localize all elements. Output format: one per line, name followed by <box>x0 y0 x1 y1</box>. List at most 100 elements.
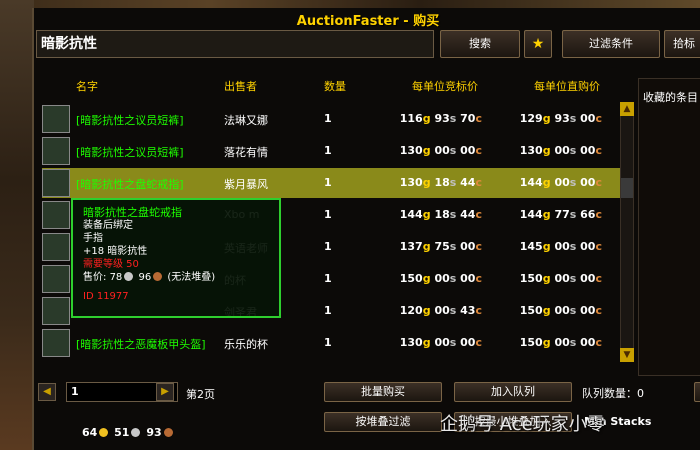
column-header-buyout[interactable]: 每单位直购价 <box>534 78 600 94</box>
table-row[interactable]: [暗影抗性之恶魔板甲头盔] 乐乐的杯 1 130g 00s 00c 150g 00s … <box>42 328 620 358</box>
price-g-value: 144 <box>519 176 543 189</box>
batch-buy-button[interactable]: 批量购买 <box>324 382 442 402</box>
scroll-up-button[interactable]: ▲ <box>620 102 634 116</box>
price-g-value: 116 <box>399 112 423 125</box>
quantity: 1 <box>324 208 332 221</box>
tooltip-bind: 装备后绑定 <box>83 220 133 231</box>
price-s-unit: s <box>449 304 457 317</box>
column-header-seller[interactable]: 出售者 <box>224 78 257 94</box>
tooltip-sell-price: 售价: 78 96 (无法堆叠) <box>83 271 269 284</box>
column-header-bid[interactable]: 每单位竞标价 <box>412 78 478 94</box>
price-g-unit: g <box>422 144 431 157</box>
quantity: 1 <box>324 176 332 189</box>
favorites-label: 收藏的条目 <box>643 91 698 104</box>
seller-name: 紫月暴风 <box>224 178 268 191</box>
stack-filter-button[interactable]: 按堆叠过滤 <box>324 412 442 432</box>
seller-name: 法琳又娜 <box>224 114 268 127</box>
price-c-unit: c <box>475 336 482 349</box>
scrollbar-track[interactable] <box>620 102 634 362</box>
price-c-unit: c <box>595 176 602 189</box>
price-c-value: 00 <box>580 144 596 157</box>
price-s-unit: s <box>569 272 577 285</box>
price-s-value: 00 <box>554 144 570 157</box>
price-g-unit: g <box>542 112 551 125</box>
tooltip-note: (无法堆叠) <box>167 272 216 283</box>
price-c-unit: c <box>595 208 602 221</box>
price-g-value: 150 <box>399 272 423 285</box>
column-header-name[interactable]: 名字 <box>76 78 98 94</box>
price-g-unit: g <box>422 336 431 349</box>
price-c-value: 44 <box>460 176 476 189</box>
price-c-value: 00 <box>460 240 476 253</box>
extra-bottom-button[interactable] <box>694 382 700 402</box>
money-gold: 64 <box>82 426 98 439</box>
price-g-unit: g <box>542 272 551 285</box>
gold-coin-icon <box>99 428 109 437</box>
price-g-value: 137 <box>399 240 423 253</box>
copper-coin-icon <box>153 272 163 281</box>
silver-coin-icon <box>124 272 134 281</box>
item-name: [暗影抗性之盘蛇戒指] <box>76 178 184 191</box>
tooltip-price-label: 售价: <box>83 272 107 283</box>
price-s-unit: s <box>449 144 457 157</box>
price-g-value: 144 <box>519 208 543 221</box>
table-row[interactable]: [暗影抗性之议员短裤] 法琳又娜 1 116g 93s 70c 129g 93s 00… <box>42 104 620 134</box>
queue-count-label: 队列数量：0 <box>582 387 644 400</box>
scrollbar-thumb[interactable] <box>621 178 633 198</box>
price-g-unit: g <box>542 144 551 157</box>
price-c-unit: c <box>475 304 482 317</box>
search-button[interactable]: 搜索 <box>440 30 520 58</box>
silver-coin-icon <box>131 428 141 437</box>
price-c-value: 44 <box>460 208 476 221</box>
prev-page-button[interactable]: ◀ <box>38 383 56 401</box>
table-row[interactable]: [暗影抗性之议员短裤] 落花有情 1 130g 00s 00c 130g 00s 00… <box>42 136 620 166</box>
price-s-unit: s <box>449 240 457 253</box>
add-queue-button[interactable]: 加入队列 <box>454 382 572 402</box>
item-name: [暗影抗性之议员短裤] <box>76 114 184 127</box>
price-g-value: 145 <box>519 240 543 253</box>
price-c-unit: c <box>475 176 482 189</box>
buyout-price: 144g 77s 66c <box>502 208 602 221</box>
price-g-value: 120 <box>399 304 423 317</box>
buyout-price: 150g 00s 00c <box>502 272 602 285</box>
tooltip-price-copper: 96 <box>138 272 152 283</box>
buyout-price: 150g 00s 00c <box>502 304 602 317</box>
price-s-unit: s <box>569 112 577 125</box>
price-s-value: 00 <box>434 304 450 317</box>
price-g-unit: g <box>542 304 551 317</box>
price-c-unit: c <box>475 112 482 125</box>
buyout-price: 145g 00s 00c <box>502 240 602 253</box>
game-world-left-edge <box>0 0 34 450</box>
price-s-value: 00 <box>434 144 450 157</box>
tooltip-stat: +18 暗影抗性 <box>83 246 148 257</box>
buyout-price: 130g 00s 00c <box>502 144 602 157</box>
cut-button[interactable]: 拾标 <box>664 30 700 58</box>
price-c-value: 00 <box>580 176 596 189</box>
price-c-value: 00 <box>580 272 596 285</box>
tooltip-slot: 手指 <box>83 233 103 244</box>
money-silver: 51 <box>114 426 130 439</box>
price-g-value: 150 <box>519 304 543 317</box>
price-s-value: 18 <box>434 208 450 221</box>
price-c-value: 70 <box>460 112 476 125</box>
search-input[interactable]: 暗影抗性 <box>36 30 434 58</box>
next-page-button[interactable]: ▶ <box>156 383 174 401</box>
filter-button[interactable]: 过滤条件 <box>562 30 660 58</box>
column-header-qty[interactable]: 数量 <box>324 78 346 94</box>
legs-armor-icon <box>42 137 70 165</box>
tooltip-item-name: 暗影抗性之盘蛇戒指 <box>83 206 182 219</box>
price-s-value: 00 <box>434 336 450 349</box>
price-c-unit: c <box>595 240 602 253</box>
price-c-unit: c <box>475 272 482 285</box>
price-c-unit: c <box>475 144 482 157</box>
bracer-icon <box>42 265 70 293</box>
price-s-unit: s <box>569 176 577 189</box>
favorite-button[interactable]: ★ <box>524 30 552 58</box>
scroll-down-button[interactable]: ▼ <box>620 348 634 362</box>
ring-gold-icon <box>42 297 70 325</box>
price-c-value: 00 <box>580 240 596 253</box>
price-c-value: 00 <box>460 272 476 285</box>
price-c-unit: c <box>475 240 482 253</box>
price-g-unit: g <box>422 272 431 285</box>
table-row[interactable]: [暗影抗性之盘蛇戒指] 紫月暴风 1 130g 18s 44c 144g 00s 00… <box>42 168 620 198</box>
